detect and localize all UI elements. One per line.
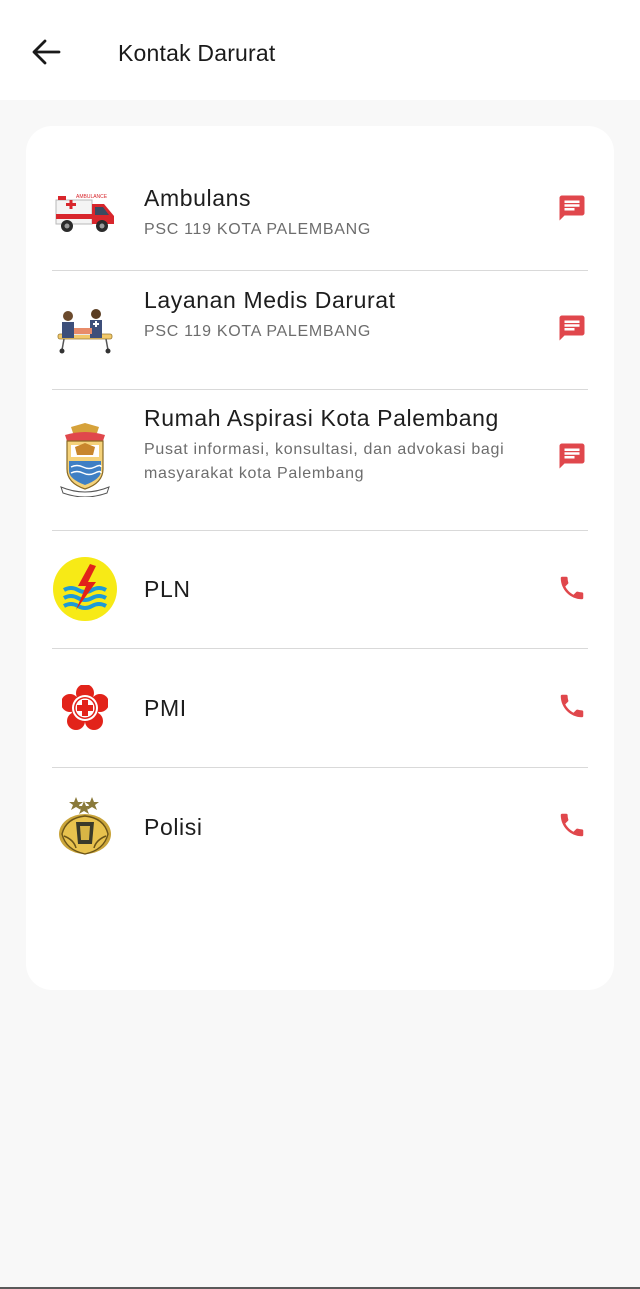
message-button[interactable] [554,192,590,228]
contact-texts: Polisi [144,813,516,841]
phone-icon [557,573,587,608]
contact-name: Rumah Aspirasi Kota Palembang [144,405,499,431]
phone-icon [557,691,587,726]
arrow-left-icon [31,39,61,70]
contact-item-layanan-medis-darurat[interactable]: Layanan Medis Darurat PSC 119 KOTA PALEM… [52,271,588,389]
call-button[interactable] [554,690,590,726]
contact-texts: PLN [144,575,516,603]
contact-name: Ambulans [144,185,252,211]
contact-subtitle: Pusat informasi, konsultasi, dan advokas… [144,441,505,482]
phone-icon [557,810,587,845]
contact-subtitle: PSC 119 KOTA PALEMBANG [144,221,372,238]
message-icon [557,441,587,476]
message-icon [557,313,587,348]
pmi-logo [52,675,118,741]
contact-list-card: AMBULANCE Ambulans PSC 119 KOTA PALEMBAN… [26,126,614,990]
call-button[interactable] [554,809,590,845]
svg-text:AMBULANCE: AMBULANCE [76,194,108,200]
contact-item-rumah-aspirasi[interactable]: Rumah Aspirasi Kota Palembang Pusat info… [52,390,588,530]
pln-logo [52,556,118,622]
message-button[interactable] [554,440,590,476]
palembang-emblem-logo [52,422,118,498]
contact-texts: PMI [144,694,516,722]
message-button[interactable] [554,312,590,348]
app-bar: Kontak Darurat [0,0,640,100]
back-button[interactable] [24,32,68,76]
contact-texts: Layanan Medis Darurat PSC 119 KOTA PALEM… [144,286,516,344]
contact-item-pln[interactable]: PLN [52,531,588,648]
contact-name: Polisi [144,814,203,840]
call-button[interactable] [554,572,590,608]
ambulance-logo: AMBULANCE [52,178,118,244]
contact-name: Layanan Medis Darurat [144,287,396,313]
contact-name: PLN [144,576,191,602]
contact-item-polisi[interactable]: Polisi [52,768,588,886]
message-icon [557,193,587,228]
contact-texts: Ambulans PSC 119 KOTA PALEMBANG [144,184,516,242]
polri-emblem-logo [52,794,118,860]
contact-texts: Rumah Aspirasi Kota Palembang Pusat info… [144,404,516,486]
contact-item-ambulans[interactable]: AMBULANCE Ambulans PSC 119 KOTA PALEMBAN… [52,170,588,270]
page-title: Kontak Darurat [118,40,276,66]
contact-name: PMI [144,695,187,721]
contact-item-pmi[interactable]: PMI [52,649,588,767]
contact-subtitle: PSC 119 KOTA PALEMBANG [144,323,372,340]
paramedic-logo [52,297,118,363]
